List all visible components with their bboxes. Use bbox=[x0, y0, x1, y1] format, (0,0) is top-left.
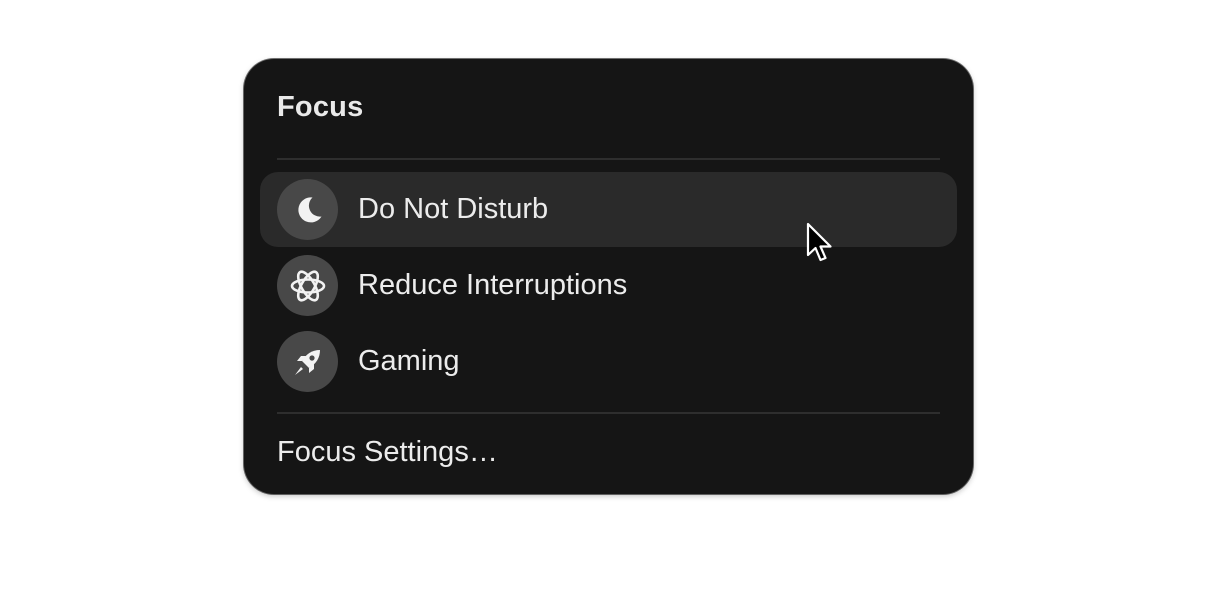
menu-item-label: Do Not Disturb bbox=[358, 193, 549, 225]
menu-item-gaming[interactable]: Gaming bbox=[260, 324, 957, 399]
focus-settings-button[interactable]: Focus Settings… bbox=[277, 436, 498, 469]
menu-item-reduce-interruptions[interactable]: Reduce Interruptions bbox=[260, 248, 957, 323]
screen: Focus Do Not Disturb Reduce Interruption… bbox=[0, 0, 1216, 594]
menu-item-label: Gaming bbox=[358, 345, 460, 377]
menu-item-do-not-disturb[interactable]: Do Not Disturb bbox=[260, 172, 957, 247]
menu-item-label: Reduce Interruptions bbox=[358, 269, 628, 301]
divider bbox=[277, 412, 940, 414]
divider bbox=[277, 158, 940, 160]
menu-title: Focus bbox=[277, 91, 364, 123]
atom-icon bbox=[277, 255, 338, 316]
rocket-icon bbox=[277, 331, 338, 392]
focus-menu: Focus Do Not Disturb Reduce Interruption… bbox=[244, 59, 973, 494]
moon-icon bbox=[277, 179, 338, 240]
mouse-pointer-icon bbox=[806, 222, 832, 262]
